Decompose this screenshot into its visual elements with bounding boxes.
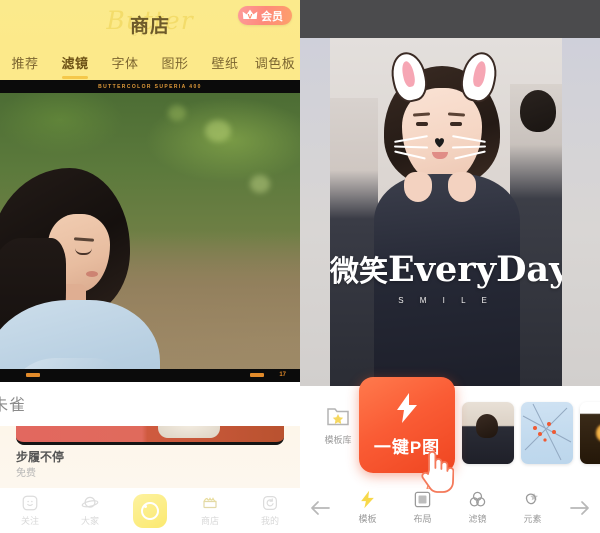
lightning-bolt-icon xyxy=(397,392,417,423)
subject-hand-right xyxy=(448,172,476,202)
arrow-right-icon xyxy=(570,500,589,515)
tabbar-item-camera[interactable] xyxy=(120,493,180,528)
film-stock-text: BUTTERCOLOR SUPERIA 400 xyxy=(98,83,202,90)
right-phone-panel: 微笑EveryDay S M I L E 模板库 一键P图 模板 布局 滤镜 元… xyxy=(300,0,600,533)
film-frame-number: 17 xyxy=(279,372,286,378)
tab-palette[interactable]: 调色板 xyxy=(250,53,300,72)
editor-tab-label-layout: 布局 xyxy=(413,514,432,524)
editor-tab-label-template: 模板 xyxy=(358,514,377,524)
editor-tab-label-filter: 滤镜 xyxy=(468,514,487,524)
next-filter-card[interactable]: 步履不停 免费 xyxy=(0,426,300,488)
template-thumbnail-list xyxy=(462,402,600,464)
tabbar-item-follow[interactable]: 关注 xyxy=(0,494,60,527)
editor-tab-element[interactable]: 元素 xyxy=(505,490,560,525)
template-library-label: 模板库 xyxy=(324,435,352,445)
preview-subject xyxy=(0,168,160,382)
smiley-face-icon xyxy=(22,495,38,511)
vip-badge[interactable]: V 会员 xyxy=(238,6,292,25)
svg-text:V: V xyxy=(248,13,253,20)
tabbar-label-shop: 商店 xyxy=(200,516,219,526)
overlay-sub-text: S M I L E xyxy=(398,296,494,305)
shop-icon xyxy=(203,497,217,509)
camera-indicator-dot xyxy=(144,504,147,508)
bokeh-spot xyxy=(168,105,186,121)
tab-font[interactable]: 字体 xyxy=(100,53,150,72)
sticker-icon xyxy=(525,493,539,505)
vip-label: 会员 xyxy=(261,10,283,23)
tab-filter[interactable]: 滤镜 xyxy=(50,53,100,72)
subject-lip xyxy=(86,271,98,277)
bokeh-spot xyxy=(205,120,231,142)
forward-button[interactable] xyxy=(560,499,600,517)
subject-eye-left xyxy=(416,122,428,126)
three-circles-icon xyxy=(469,491,486,507)
logo-title: 商店 xyxy=(129,15,170,37)
filmstrip-bottom-bar: 17 xyxy=(0,369,300,382)
photo-right-figure-head xyxy=(520,90,556,132)
overlay-text-cn: 微笑 xyxy=(330,254,389,288)
film-mark-left xyxy=(26,373,40,377)
template-library-button[interactable]: 模板库 xyxy=(312,404,364,446)
overlay-main-text: 微笑EveryDay xyxy=(330,252,562,287)
subject-eye-right xyxy=(450,122,462,126)
tabbar-item-everyone[interactable]: 大家 xyxy=(60,494,120,527)
ear-inner xyxy=(400,60,417,88)
bunny-ear-right-sticker xyxy=(457,49,501,105)
arrow-left-icon xyxy=(311,500,330,515)
tabbar-label-follow: 关注 xyxy=(20,516,39,526)
editor-tab-template[interactable]: 模板 xyxy=(340,490,395,525)
category-tab-bar: 推荐 滤镜 字体 图形 壁纸 调色板 xyxy=(0,44,300,80)
back-button[interactable] xyxy=(300,499,340,517)
editor-tab-label-element: 元素 xyxy=(523,514,542,524)
template-thumbnail[interactable] xyxy=(462,402,514,464)
edited-photo[interactable]: 微笑EveryDay S M I L E xyxy=(330,38,562,386)
ear-inner xyxy=(471,60,488,88)
crown-icon: V xyxy=(242,9,258,20)
camera-button[interactable] xyxy=(133,493,167,528)
next-filter-thumbnail xyxy=(16,426,284,445)
editor-tab-layout[interactable]: 布局 xyxy=(395,490,450,525)
hand-pointer-icon xyxy=(421,450,454,493)
folder-star-icon xyxy=(327,408,349,426)
next-filter-price: 免费 xyxy=(16,468,36,479)
filter-name-label: 朱雀 xyxy=(0,397,27,414)
left-phone-panel: Butter 商店 SHOP V 会员 推荐 滤镜 字体 图形 壁纸 调色板 B… xyxy=(0,0,300,533)
tabbar-label-profile: 我的 xyxy=(260,516,279,526)
editor-top-bar xyxy=(300,0,600,38)
tab-shape[interactable]: 图形 xyxy=(150,53,200,72)
filter-name-row: 朱雀 xyxy=(0,382,300,426)
photo-text-overlay[interactable]: 微笑EveryDay S M I L E xyxy=(330,252,562,305)
filmstrip-top-bar: BUTTERCOLOR SUPERIA 400 xyxy=(0,80,300,93)
template-thumbnail[interactable] xyxy=(521,402,573,464)
editor-canvas[interactable]: 微笑EveryDay S M I L E xyxy=(300,38,600,386)
subject-hand-left xyxy=(404,172,432,202)
profile-icon xyxy=(263,496,277,510)
planet-icon xyxy=(81,496,99,508)
editor-tab-filter[interactable]: 滤镜 xyxy=(450,490,505,525)
lightning-bolt-icon xyxy=(361,490,374,509)
app-screenshot: Butter 商店 SHOP V 会员 推荐 滤镜 字体 图形 壁纸 调色板 B… xyxy=(0,0,600,533)
tabbar-item-profile[interactable]: 我的 xyxy=(240,494,300,527)
template-thumbnail[interactable] xyxy=(580,402,600,464)
filter-preview-photo[interactable]: BUTTERCOLOR SUPERIA 400 17 xyxy=(0,80,300,382)
thumbnail-highlight xyxy=(158,426,220,438)
overlay-text-en: EveryDay xyxy=(388,249,562,290)
left-bottom-tabbar: 关注 大家 商店 我的 xyxy=(0,488,300,533)
film-mark-right xyxy=(250,373,264,377)
camera-icon xyxy=(141,501,159,520)
heart-nose-sticker xyxy=(435,138,444,148)
tabbar-item-shop[interactable]: 商店 xyxy=(180,494,240,527)
tab-recommend[interactable]: 推荐 xyxy=(0,53,50,72)
next-filter-title: 步履不停 xyxy=(16,450,65,464)
photo-main-subject xyxy=(370,49,520,386)
shop-header: Butter 商店 SHOP V 会员 推荐 滤镜 字体 图形 壁纸 调色板 xyxy=(0,0,300,80)
tab-wallpaper[interactable]: 壁纸 xyxy=(200,53,250,72)
branch-illustration xyxy=(522,403,572,461)
tabbar-label-everyone: 大家 xyxy=(80,516,99,526)
bokeh-spot xyxy=(250,175,270,193)
